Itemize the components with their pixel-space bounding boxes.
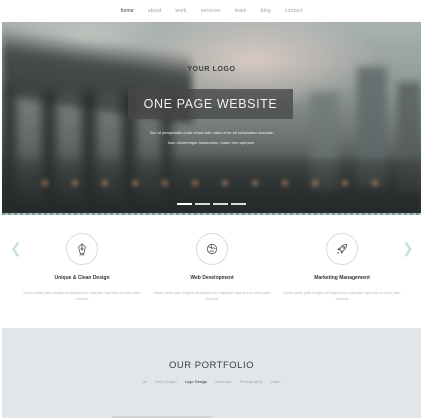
prev-arrow-icon[interactable]: ❮ — [10, 240, 22, 257]
slider-dot[interactable] — [231, 203, 246, 205]
feature-text: Donec pede justo fringilla vel aliquet n… — [23, 291, 141, 301]
feature-icon-circle — [196, 233, 228, 265]
feature-icon-circle — [326, 233, 358, 265]
feature-card: Marketing Management Donec pede justo fr… — [282, 233, 402, 302]
nav-about[interactable]: about — [148, 8, 162, 14]
nav-team[interactable]: team — [235, 8, 247, 14]
feature-text: Donec pede justo fringilla vel aliquet n… — [283, 291, 401, 301]
portfolio-title: OUR PORTFOLIO — [169, 360, 254, 371]
rocket-icon — [337, 243, 348, 254]
hero-description: Sed ut perspiciatis unde omnis iste natu… — [120, 128, 303, 148]
feature-card: Web Development Donec pede justo fringil… — [152, 233, 272, 302]
hero-text-line: tium doloremque laudantium, totam rem ap… — [167, 140, 256, 145]
feature-text: Donec pede justo fringilla vel aliquet n… — [153, 291, 271, 301]
hero-lights-shape — [42, 180, 382, 186]
feature-icon-circle — [66, 233, 98, 265]
nav-home[interactable]: home — [121, 8, 134, 14]
portfolio-filters: All Web Design Logo Design Illustrator P… — [2, 379, 421, 384]
filter-illustrator[interactable]: Illustrator — [215, 379, 231, 384]
feature-title: Unique & Clean Design — [54, 275, 110, 281]
hero-title-box: ONE PAGE WEBSITE — [128, 89, 293, 119]
filter-video[interactable]: Video — [270, 379, 280, 384]
feature-title: Web Development — [190, 275, 234, 281]
globe-icon — [206, 243, 218, 255]
filter-all[interactable]: All — [143, 379, 147, 384]
nav-services[interactable]: services — [201, 8, 221, 14]
hero-ground-shape — [2, 159, 421, 214]
next-arrow-icon[interactable]: ❯ — [402, 240, 414, 257]
top-nav: home about work services team blog conta… — [0, 0, 423, 22]
filter-web-design[interactable]: Web Design — [155, 379, 177, 384]
slider-dot[interactable] — [177, 203, 192, 205]
feature-card: Unique & Clean Design Donec pede justo f… — [22, 233, 142, 302]
nav-work[interactable]: work — [175, 8, 186, 14]
hero-text-line: Sed ut perspiciatis unde omnis iste natu… — [149, 130, 274, 135]
feature-title: Marketing Management — [314, 275, 370, 281]
nav-contact[interactable]: contact — [285, 8, 303, 14]
portfolio-section: OUR PORTFOLIO All Web Design Logo Design… — [2, 328, 421, 418]
site-logo[interactable]: YOUR LOGO — [0, 66, 423, 73]
hero-title: ONE PAGE WEBSITE — [143, 97, 278, 111]
nav-blog[interactable]: blog — [261, 8, 271, 14]
filter-photography[interactable]: Photography — [240, 379, 263, 384]
slider-dot[interactable] — [195, 203, 210, 205]
pen-nib-icon — [78, 243, 86, 256]
slider-dot[interactable] — [213, 203, 228, 205]
filter-logo-design[interactable]: Logo Design — [185, 379, 207, 384]
slider-dots — [0, 203, 423, 205]
hero-divider — [2, 213, 421, 215]
